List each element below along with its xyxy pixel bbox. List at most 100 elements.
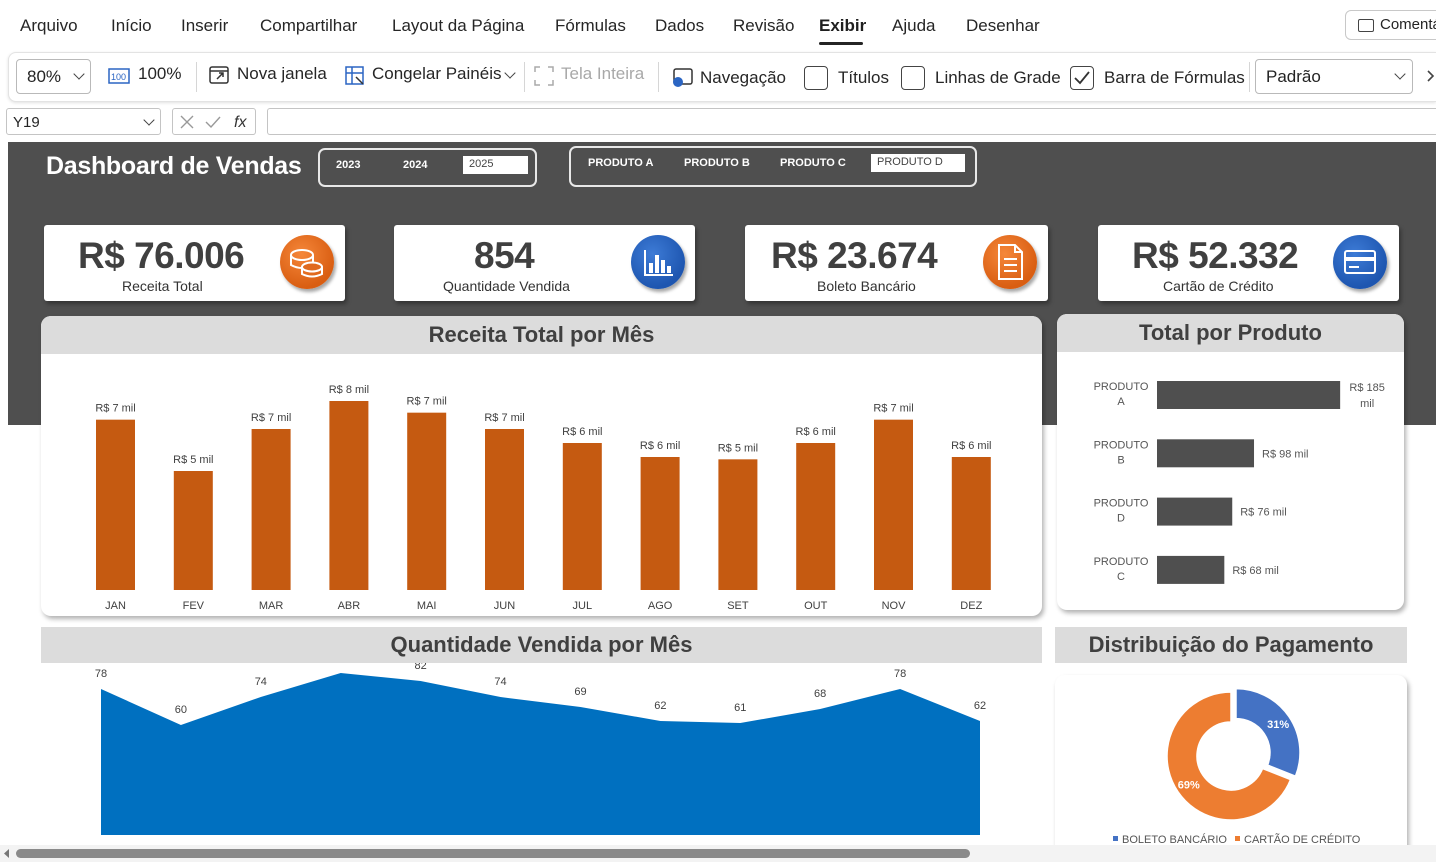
comments-button[interactable]: Comentários [1345,10,1436,40]
svg-text:100: 100 [111,72,126,82]
bar [1157,381,1341,409]
name-box[interactable]: Y19 [6,108,161,135]
menu-desenhar[interactable]: Desenhar [966,16,1040,36]
menu-inserir[interactable]: Inserir [181,16,228,36]
freeze-panes-button[interactable]: Congelar Painéis [372,64,501,84]
formula-bar-checkbox[interactable] [1070,66,1094,90]
data-label: mil [1360,398,1374,410]
cancel-icon[interactable] [179,114,195,130]
data-label: 62 [654,700,666,712]
menu-exibir[interactable]: Exibir [819,16,866,36]
bar [329,401,369,590]
titles-label: Títulos [838,68,890,87]
kpi-value: R$ 52.332 [1132,235,1299,276]
style-dropdown[interactable]: Padrão [1255,59,1413,94]
zoom-dropdown[interactable]: 80% [16,59,91,94]
menu-bar: Arquivo Início Inserir Compartilhar Layo… [0,0,1436,50]
quantidade-area-chart: 78 60 74 86 82 74 69 62 61 68 78 62 [95,663,986,835]
legend-label: BOLETO BANCÁRIO [1122,833,1227,845]
kpi-value: R$ 76.006 [78,235,245,276]
zoom-100-button[interactable]: 100% [138,64,181,84]
product-c[interactable]: PRODUTO C [780,157,846,169]
kpi-label: Cartão de Crédito [1163,278,1274,294]
bar [96,419,135,590]
data-label: 78 [95,668,107,680]
freeze-panes-icon [345,66,364,85]
fullscreen-button[interactable]: Tela Inteira [561,64,644,84]
data-label: R$ 98 mil [1262,448,1308,460]
enter-icon[interactable] [204,114,222,130]
chevron-down-icon [143,114,155,126]
data-label: 74 [494,676,506,688]
titles-checkbox[interactable] [804,66,828,90]
function-icon[interactable]: fx [233,112,251,132]
kpi-label: Quantidade Vendida [443,278,570,294]
year-2023[interactable]: 2023 [336,159,360,171]
data-label: R$ 6 mil [951,440,991,452]
bar [485,429,524,590]
navigation-button[interactable]: Navegação [700,68,786,88]
kpi-boleto-bancario: R$ 23.674 Boleto Bancário [745,225,1048,301]
menu-dados[interactable]: Dados [655,16,704,36]
kpi-value: R$ 23.674 [771,235,938,276]
data-label: R$ 185 [1349,382,1384,394]
data-label: R$ 5 mil [173,454,213,466]
area-series [101,673,980,835]
data-label: R$ 7 mil [484,412,524,424]
bar [1157,497,1233,526]
x-tick-label: MAI [417,600,437,612]
check-icon [1074,71,1090,85]
bar-chart-icon [631,235,685,289]
bar [796,443,836,590]
receita-bar-chart: R$ 7 mil JAN R$ 5 mil FEV R$ 7 mil MAR R$ 8 mi… [95,384,991,612]
scroll-left-icon[interactable] [2,848,12,859]
x-tick-label: ABR [338,600,361,612]
legend-swatch [1235,836,1240,841]
x-tick-label: OUT [804,600,828,612]
formula-input[interactable] [267,108,1436,135]
data-label: 62 [974,700,986,712]
product-d-selected[interactable]: PRODUTO D [871,154,965,172]
kpi-quantidade-vendida: 854 Quantidade Vendida [394,225,695,301]
year-2024[interactable]: 2024 [403,159,427,171]
data-label: 74 [255,676,267,688]
menu-arquivo[interactable]: Arquivo [20,16,78,36]
menu-ajuda[interactable]: Ajuda [892,16,935,36]
new-window-button[interactable]: Nova janela [237,64,327,84]
scrollbar-thumb[interactable] [16,849,970,858]
data-label: R$ 6 mil [640,440,680,452]
y-tick-label: C [1117,571,1125,583]
x-tick-label: JUL [573,600,593,612]
bar [251,429,291,590]
menu-revisao[interactable]: Revisão [733,16,794,36]
data-label: R$ 6 mil [562,426,602,438]
x-tick-label: JAN [105,600,126,612]
bar [407,412,447,590]
receita-chart-title: Receita Total por Mês [41,316,1042,354]
chevron-right-icon[interactable] [1424,68,1436,84]
gridlines-checkbox[interactable] [901,66,925,90]
menu-inicio[interactable]: Início [111,16,152,36]
x-tick-label: FEV [183,600,205,612]
quantidade-chart-title: Quantidade Vendida por Mês [41,627,1042,663]
product-b[interactable]: PRODUTO B [684,157,750,169]
year-2025-selected[interactable]: 2025 [463,156,528,174]
bar [874,419,913,590]
menu-layout[interactable]: Layout da Página [392,16,524,36]
menu-formulas[interactable]: Fórmulas [555,16,626,36]
data-label: 61 [734,702,746,714]
zoom-100-icon: 100 [108,68,130,84]
data-label: R$ 7 mil [95,403,135,415]
menu-compartilhar[interactable]: Compartilhar [260,16,357,36]
bar [640,457,680,590]
y-tick-label: B [1117,454,1124,466]
bar [562,443,602,590]
donut-slice [1235,687,1301,778]
svg-text:fx: fx [234,114,247,131]
data-label: R$ 7 mil [407,396,447,408]
data-label: 82 [415,663,427,672]
product-a[interactable]: PRODUTO A [588,157,653,169]
separator [196,62,197,92]
y-tick-label: PRODUTO [1094,556,1149,568]
navigation-icon [673,68,693,87]
